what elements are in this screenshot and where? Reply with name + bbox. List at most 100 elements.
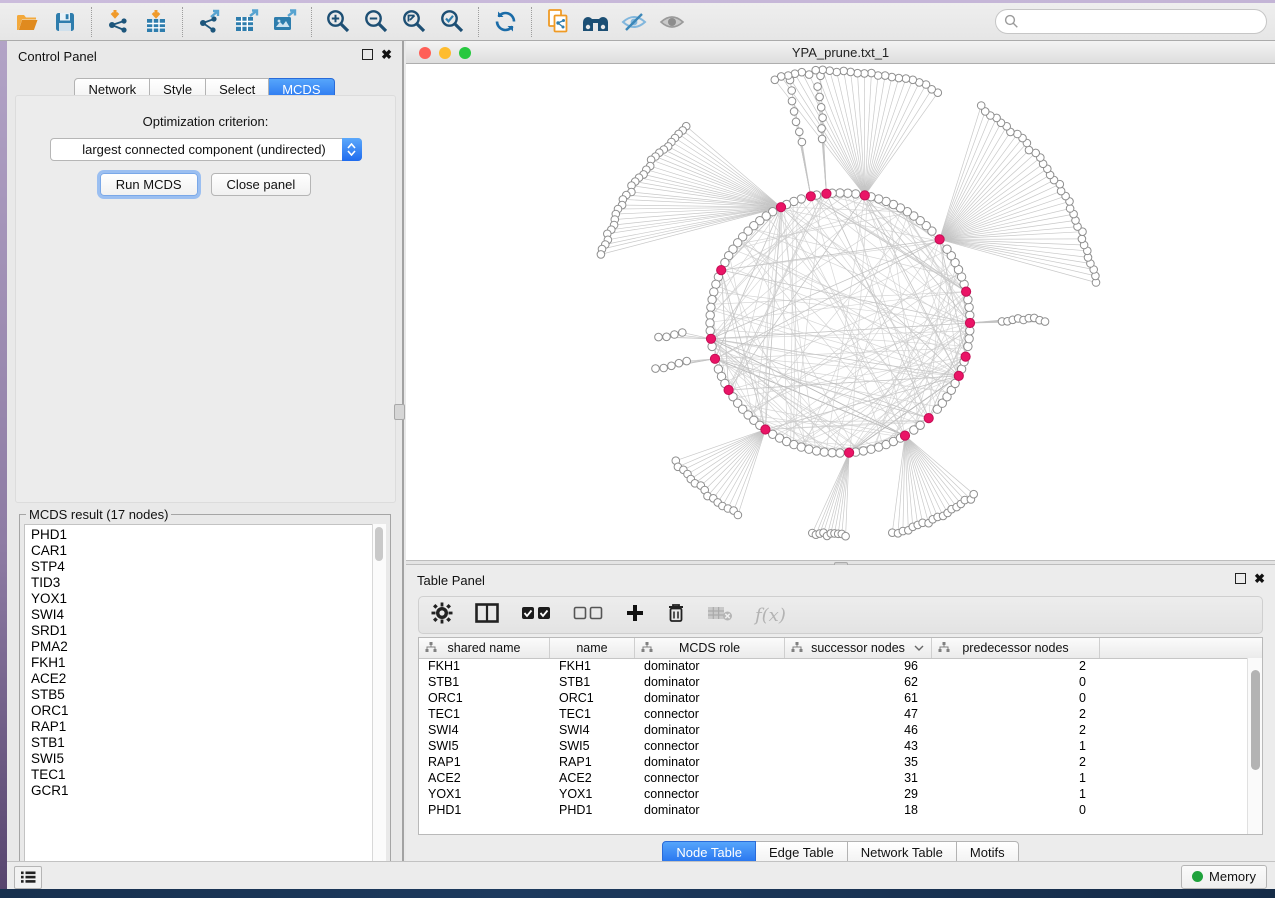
run-mcds-button[interactable]: Run MCDS [100, 173, 198, 196]
float-table-panel-button[interactable] [1235, 573, 1246, 584]
cell[interactable]: 1 [932, 771, 1100, 785]
cell[interactable]: connector [635, 707, 785, 721]
cell[interactable]: dominator [635, 691, 785, 705]
cell[interactable]: dominator [635, 755, 785, 769]
mcds-result-item[interactable]: YOX1 [31, 591, 385, 607]
cell[interactable]: dominator [635, 659, 785, 673]
mcds-result-item[interactable]: ACE2 [31, 671, 385, 687]
cell[interactable]: dominator [635, 675, 785, 689]
close-panel-button[interactable]: Close panel [211, 173, 312, 196]
cell[interactable]: TEC1 [419, 707, 550, 721]
cell[interactable]: 35 [785, 755, 932, 769]
column-header-successor-nodes[interactable]: successor nodes [785, 638, 932, 658]
add-column-icon[interactable] [625, 603, 645, 628]
cell[interactable]: FKH1 [550, 659, 635, 673]
zoom-in-icon[interactable] [319, 6, 357, 38]
cell[interactable]: connector [635, 739, 785, 753]
show-all-icon[interactable] [653, 6, 691, 38]
cell[interactable]: 1 [932, 787, 1100, 801]
search-field[interactable] [995, 9, 1267, 34]
zoom-fit-icon[interactable] [395, 6, 433, 38]
cell[interactable]: 47 [785, 707, 932, 721]
table-row[interactable]: ACE2ACE2connector311 [419, 770, 1248, 786]
cell[interactable]: 96 [785, 659, 932, 673]
cell[interactable]: SWI5 [419, 739, 550, 753]
zoom-selected-icon[interactable] [433, 6, 471, 38]
cell[interactable]: FKH1 [419, 659, 550, 673]
cell[interactable]: RAP1 [550, 755, 635, 769]
cell[interactable]: 62 [785, 675, 932, 689]
mcds-result-item[interactable]: STB1 [31, 735, 385, 751]
cell[interactable]: connector [635, 787, 785, 801]
column-header-predecessor-nodes[interactable]: predecessor nodes [932, 638, 1100, 658]
delete-column-icon[interactable] [667, 602, 685, 628]
mcds-result-item[interactable]: STP4 [31, 559, 385, 575]
table-scrollbar[interactable] [1247, 658, 1262, 834]
cell[interactable]: 61 [785, 691, 932, 705]
cell[interactable]: 1 [932, 739, 1100, 753]
cell[interactable]: 29 [785, 787, 932, 801]
cell[interactable]: SWI4 [550, 723, 635, 737]
table-row[interactable]: SWI4SWI4dominator462 [419, 722, 1248, 738]
table-row[interactable]: RAP1RAP1dominator352 [419, 754, 1248, 770]
split-panel-icon[interactable] [475, 603, 499, 628]
cell[interactable]: SWI4 [419, 723, 550, 737]
zoom-out-icon[interactable] [357, 6, 395, 38]
select-all-checkboxes-icon[interactable] [521, 606, 551, 625]
mcds-result-scrollbar[interactable] [372, 524, 386, 874]
table-row[interactable]: YOX1YOX1connector291 [419, 786, 1248, 802]
cell[interactable]: 0 [932, 691, 1100, 705]
open-file-icon[interactable] [8, 6, 46, 38]
cell[interactable]: YOX1 [419, 787, 550, 801]
network-view-titlebar[interactable]: YPA_prune.txt_1 [406, 41, 1275, 64]
optimization-criterion-dropdown[interactable]: largest connected component (undirected) [50, 138, 362, 161]
cell[interactable]: STB1 [550, 675, 635, 689]
vertical-splitter-grip[interactable] [394, 404, 405, 420]
cell[interactable]: TEC1 [550, 707, 635, 721]
table-row[interactable]: TEC1TEC1connector472 [419, 706, 1248, 722]
cell[interactable]: SWI5 [550, 739, 635, 753]
mcds-result-item[interactable]: STB5 [31, 687, 385, 703]
mcds-result-item[interactable]: ORC1 [31, 703, 385, 719]
new-network-from-selection-icon[interactable] [539, 6, 577, 38]
save-session-icon[interactable] [46, 6, 84, 38]
column-header-MCDS-role[interactable]: MCDS role [635, 638, 785, 658]
hide-selected-icon[interactable] [615, 6, 653, 38]
column-header-name[interactable]: name [550, 638, 635, 658]
mcds-result-item[interactable]: TID3 [31, 575, 385, 591]
mcds-result-item[interactable]: SRD1 [31, 623, 385, 639]
cell[interactable]: 0 [932, 675, 1100, 689]
table-row[interactable]: ORC1ORC1dominator610 [419, 690, 1248, 706]
cell[interactable]: 46 [785, 723, 932, 737]
mcds-result-item[interactable]: CAR1 [31, 543, 385, 559]
close-panel-icon[interactable]: ✖ [381, 49, 392, 60]
column-header-shared-name[interactable]: shared name [419, 638, 550, 658]
mcds-result-item[interactable]: FKH1 [31, 655, 385, 671]
memory-button[interactable]: Memory [1181, 865, 1267, 889]
network-canvas[interactable] [406, 64, 1275, 560]
cell[interactable]: 2 [932, 659, 1100, 673]
import-table-icon[interactable] [137, 6, 175, 38]
mcds-result-item[interactable]: SWI5 [31, 751, 385, 767]
cell[interactable]: 43 [785, 739, 932, 753]
first-neighbors-icon[interactable] [577, 6, 615, 38]
table-row[interactable]: FKH1FKH1dominator962 [419, 658, 1248, 674]
refresh-layout-icon[interactable] [486, 6, 524, 38]
cell[interactable]: ORC1 [550, 691, 635, 705]
cell[interactable]: RAP1 [419, 755, 550, 769]
cell[interactable]: PHD1 [419, 803, 550, 817]
mcds-result-item[interactable]: GCR1 [31, 783, 385, 799]
cell[interactable]: 18 [785, 803, 932, 817]
cell[interactable]: STB1 [419, 675, 550, 689]
status-menu-button[interactable] [14, 866, 42, 889]
cell[interactable]: connector [635, 771, 785, 785]
cell[interactable]: ORC1 [419, 691, 550, 705]
export-network-icon[interactable] [190, 6, 228, 38]
mcds-result-item[interactable]: SWI4 [31, 607, 385, 623]
search-input[interactable] [1024, 13, 1258, 30]
cell[interactable]: 0 [932, 803, 1100, 817]
cell[interactable]: ACE2 [419, 771, 550, 785]
close-table-panel-icon[interactable]: ✖ [1254, 573, 1265, 584]
mcds-result-item[interactable]: PMA2 [31, 639, 385, 655]
column-settings-gear-icon[interactable] [431, 602, 453, 629]
